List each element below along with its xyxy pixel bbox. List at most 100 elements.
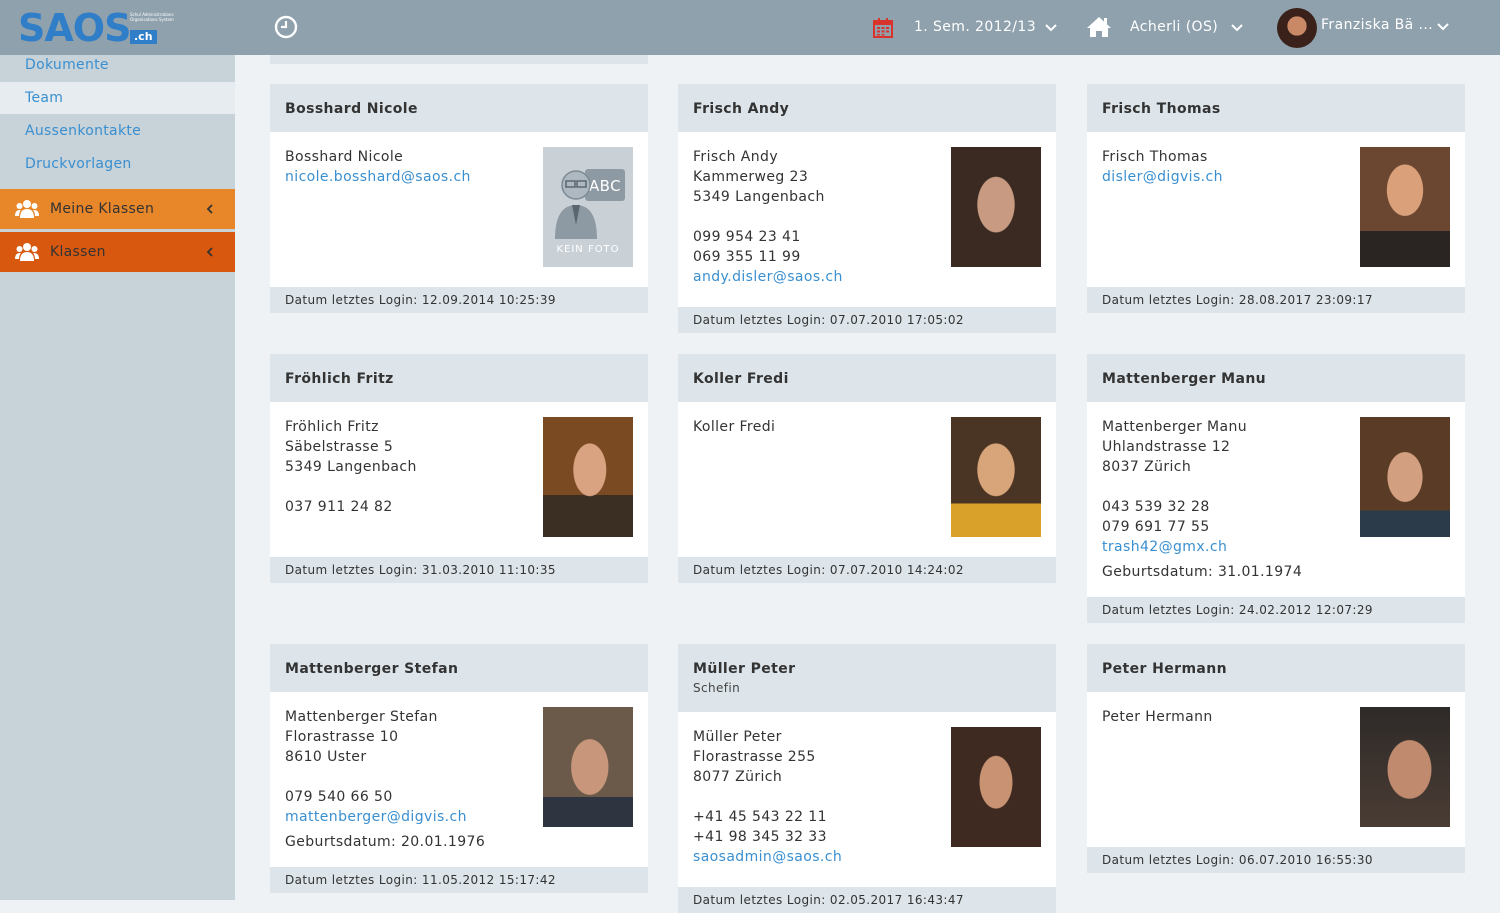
contact-card-frisch-thomas: Frisch Thomas Frisch Thomas disler@digvi… xyxy=(1087,84,1465,313)
chevron-down-icon[interactable] xyxy=(1436,22,1450,32)
card-role: Schefin xyxy=(693,681,741,695)
sidebar-section-meine-klassen[interactable]: Meine Klassen xyxy=(0,189,235,229)
card-footer: Datum letztes Login: 07.07.2010 17:05:02 xyxy=(678,307,1056,333)
card-header: Frisch Thomas xyxy=(1087,84,1465,132)
contact-photo xyxy=(1360,147,1450,267)
card-body: Mattenberger Stefan Florastrasse 10 8610… xyxy=(270,692,648,867)
birthday: Geburtsdatum: 20.01.1976 xyxy=(285,834,486,850)
last-login: Datum letztes Login: 06.07.2010 16:55:30 xyxy=(1102,853,1373,867)
contact-card-frisch-andy: Frisch Andy Frisch Andy Kammerweg 23 534… xyxy=(678,84,1056,333)
card-body: Bosshard Nicole nicole.bosshard@saos.ch … xyxy=(270,132,648,287)
card-footer: Datum letztes Login: 24.02.2012 12:07:29 xyxy=(1087,597,1465,623)
card-title: Koller Fredi xyxy=(693,371,789,387)
card-header: Bosshard Nicole xyxy=(270,84,648,132)
svg-text:ABC: ABC xyxy=(589,177,621,195)
card-body: Mattenberger Manu Uhlandstrasse 12 8037 … xyxy=(1087,402,1465,597)
saos-logo[interactable]: SAOS Schul Administrations Organisations… xyxy=(18,6,174,50)
chevron-down-icon[interactable] xyxy=(1044,23,1058,33)
school-selector[interactable]: Acherli (OS) xyxy=(1130,19,1218,35)
contact-card-mattenberger-manu: Mattenberger Manu Mattenberger Manu Uhla… xyxy=(1087,354,1465,623)
card-title: Fröhlich Fritz xyxy=(285,371,394,387)
sidebar-item-dokumente[interactable]: Dokumente xyxy=(0,49,235,81)
card-header: Peter Hermann xyxy=(1087,644,1465,692)
birthday: Geburtsdatum: 31.01.1974 xyxy=(1102,564,1303,580)
email-link[interactable]: andy.disler@saos.ch xyxy=(693,267,1041,287)
card-body: Koller Fredi xyxy=(678,402,1056,557)
card-body: Peter Hermann xyxy=(1087,692,1465,847)
sidebar-section-label: Meine Klassen xyxy=(50,201,155,217)
clock-icon[interactable] xyxy=(274,15,298,39)
users-icon xyxy=(15,200,39,218)
sidebar-item-druckvorlagen[interactable]: Druckvorlagen xyxy=(0,148,235,180)
contact-card-peter-hermann: Peter Hermann Peter Hermann Datum letzte… xyxy=(1087,644,1465,873)
last-login: Datum letztes Login: 31.03.2010 11:10:35 xyxy=(285,563,556,577)
contact-photo xyxy=(1360,707,1450,827)
chevron-down-icon[interactable] xyxy=(1230,23,1244,33)
card-body: Frisch Thomas disler@digvis.ch xyxy=(1087,132,1465,287)
card-header: Müller Peter Schefin xyxy=(678,644,1056,712)
card-body: Fröhlich Fritz Säbelstrasse 5 5349 Lange… xyxy=(270,402,648,557)
last-login: Datum letztes Login: 07.07.2010 17:05:02 xyxy=(693,313,964,327)
sidebar-section-klassen[interactable]: Klassen xyxy=(0,232,235,272)
card-header: Fröhlich Fritz xyxy=(270,354,648,402)
contact-card-mattenberger-stefan: Mattenberger Stefan Mattenberger Stefan … xyxy=(270,644,648,893)
email-link[interactable]: saosadmin@saos.ch xyxy=(693,847,1041,867)
card-header: Koller Fredi xyxy=(678,354,1056,402)
card-body: Müller Peter Florastrasse 255 8077 Züric… xyxy=(678,712,1056,887)
logo-subtitle: Schul Administrations Organisations Syst… xyxy=(130,12,174,22)
contact-photo xyxy=(951,727,1041,847)
no-photo-label: KEIN FOTO xyxy=(556,244,620,255)
calendar-icon[interactable] xyxy=(873,18,893,38)
card-title: Bosshard Nicole xyxy=(285,101,418,117)
contact-card-bosshard-nicole: Bosshard Nicole Bosshard Nicole nicole.b… xyxy=(270,84,648,313)
last-login: Datum letztes Login: 02.05.2017 16:43:47 xyxy=(693,893,964,907)
card-footer: Datum letztes Login: 06.07.2010 16:55:30 xyxy=(1087,847,1465,873)
sidebar: Dokumente Team Aussenkontakte Druckvorla… xyxy=(0,55,235,900)
card-footer: Datum letztes Login: 11.05.2012 15:17:42 xyxy=(270,867,648,893)
card-body: Frisch Andy Kammerweg 23 5349 Langenbach… xyxy=(678,132,1056,307)
last-login: Datum letztes Login: 07.07.2010 14:24:02 xyxy=(693,563,964,577)
logo-text: SAOS xyxy=(18,6,131,50)
sidebar-section-label: Klassen xyxy=(50,244,106,260)
card-footer: Datum letztes Login: 28.08.2017 23:09:17 xyxy=(1087,287,1465,313)
contact-photo xyxy=(543,707,633,827)
contact-card-mueller-peter: Müller Peter Schefin Müller Peter Floras… xyxy=(678,644,1056,913)
users-icon xyxy=(15,243,39,261)
contact-photo xyxy=(1360,417,1450,537)
card-title: Frisch Thomas xyxy=(1102,101,1221,117)
no-photo-placeholder: ABC KEIN FOTO xyxy=(543,147,633,267)
scrolled-card-edge xyxy=(270,55,648,64)
card-header: Mattenberger Manu xyxy=(1087,354,1465,402)
chevron-left-icon xyxy=(206,247,213,257)
top-bar: SAOS Schul Administrations Organisations… xyxy=(0,0,1500,55)
card-footer: Datum letztes Login: 31.03.2010 11:10:35 xyxy=(270,557,648,583)
card-footer: Datum letztes Login: 12.09.2014 10:25:39 xyxy=(270,287,648,313)
last-login: Datum letztes Login: 12.09.2014 10:25:39 xyxy=(285,293,556,307)
sidebar-item-team[interactable]: Team xyxy=(0,82,235,114)
contact-photo xyxy=(951,417,1041,537)
user-menu[interactable]: Franziska Bä ... xyxy=(1321,17,1433,33)
card-title: Peter Hermann xyxy=(1102,661,1228,677)
semester-selector[interactable]: 1. Sem. 2012/13 xyxy=(914,19,1036,35)
logo-tld: .ch xyxy=(130,30,157,44)
sidebar-item-label: Team xyxy=(25,90,64,106)
email-link[interactable]: trash42@gmx.ch xyxy=(1102,537,1450,557)
card-header: Mattenberger Stefan xyxy=(270,644,648,692)
sidebar-item-label: Aussenkontakte xyxy=(25,123,142,139)
card-footer: Datum letztes Login: 02.05.2017 16:43:47 xyxy=(678,887,1056,913)
card-title: Mattenberger Manu xyxy=(1102,371,1267,387)
contact-photo xyxy=(951,147,1041,267)
card-title: Mattenberger Stefan xyxy=(285,661,459,677)
contact-photo xyxy=(543,417,633,537)
contact-card-froehlich-fritz: Fröhlich Fritz Fröhlich Fritz Säbelstras… xyxy=(270,354,648,583)
last-login: Datum letztes Login: 28.08.2017 23:09:17 xyxy=(1102,293,1373,307)
home-icon[interactable] xyxy=(1086,15,1112,39)
sidebar-item-label: Dokumente xyxy=(25,57,109,73)
sidebar-item-aussenkontakte[interactable]: Aussenkontakte xyxy=(0,115,235,147)
last-login: Datum letztes Login: 24.02.2012 12:07:29 xyxy=(1102,603,1373,617)
card-title: Müller Peter xyxy=(693,661,796,677)
user-avatar[interactable] xyxy=(1277,8,1317,48)
sidebar-item-label: Druckvorlagen xyxy=(25,156,132,172)
card-footer: Datum letztes Login: 07.07.2010 14:24:02 xyxy=(678,557,1056,583)
card-title: Frisch Andy xyxy=(693,101,790,117)
